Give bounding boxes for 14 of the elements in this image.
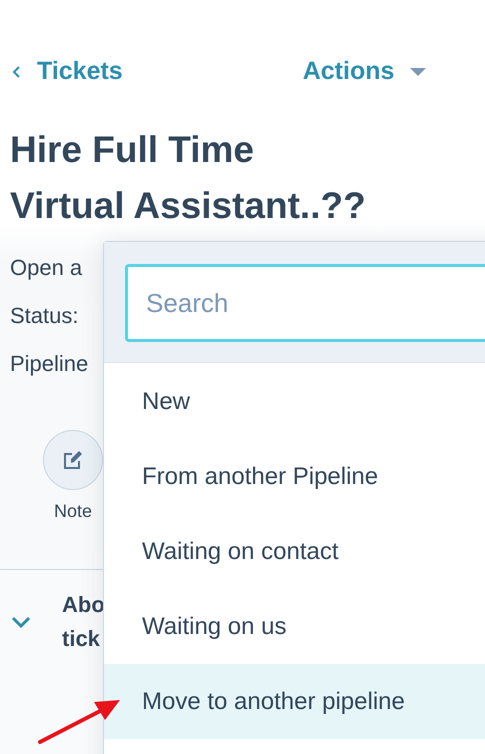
property-label: Open a	[9, 254, 84, 282]
ticket-title: Hire Full Time Virtual Assistant..??	[9, 128, 367, 228]
property-label: Pipeline	[9, 350, 90, 378]
menu-option[interactable]: Move to another pipeline	[104, 664, 485, 739]
search-field[interactable]: Search	[125, 264, 485, 342]
back-link[interactable]: Tickets	[12, 53, 123, 91]
chevron-left-icon	[12, 66, 21, 78]
property-label: Status:	[9, 302, 80, 330]
actions-button[interactable]: Actions	[302, 53, 426, 91]
caret-icon	[410, 68, 426, 76]
quick-action-label: Note	[54, 500, 92, 523]
section-title: tick	[62, 625, 101, 653]
edit-icon	[61, 448, 85, 472]
section-title: Abo	[62, 591, 105, 619]
